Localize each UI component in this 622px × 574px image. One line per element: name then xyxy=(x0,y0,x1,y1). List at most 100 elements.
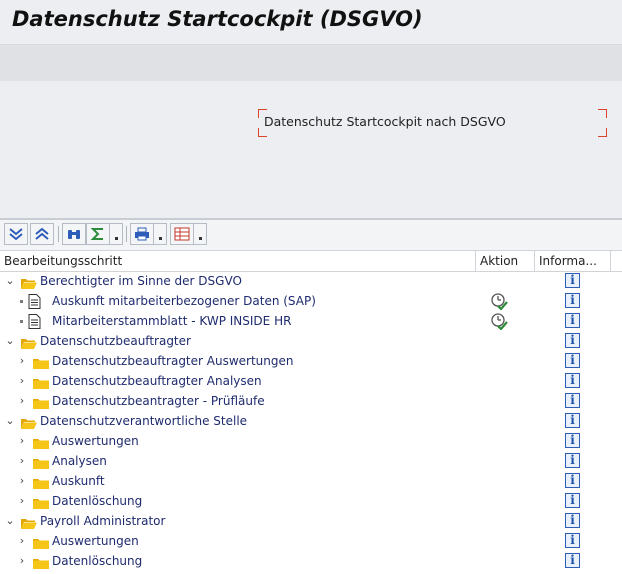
chevron-right-icon[interactable]: › xyxy=(16,494,28,508)
header-bracket xyxy=(598,109,607,118)
info-icon[interactable]: i xyxy=(565,473,580,488)
action-cell xyxy=(476,391,535,411)
action-cell xyxy=(476,351,535,371)
application-toolbar xyxy=(0,45,622,81)
info-cell[interactable]: i xyxy=(535,471,611,491)
info-cell[interactable]: i xyxy=(535,311,611,331)
chevron-right-icon[interactable]: › xyxy=(16,434,28,448)
info-cell[interactable]: i xyxy=(535,491,611,511)
row-label[interactable]: Datenlöschung xyxy=(52,491,142,511)
row-label[interactable]: Auskunft xyxy=(52,471,105,491)
row-label[interactable]: Datenschutzbeantragter - Prüfläufe xyxy=(52,391,265,411)
table-row[interactable]: ⌄ Payroll Administrator i xyxy=(0,511,622,531)
info-icon[interactable]: i xyxy=(565,353,580,368)
info-icon[interactable]: i xyxy=(565,373,580,388)
info-icon[interactable]: i xyxy=(565,513,580,528)
table-row[interactable]: › Analysen i xyxy=(0,451,622,471)
row-label[interactable]: Datenschutzbeauftragter Analysen xyxy=(52,371,262,391)
info-cell[interactable]: i xyxy=(535,391,611,411)
info-icon[interactable]: i xyxy=(565,293,580,308)
chevron-down-icon[interactable]: ⌄ xyxy=(4,514,16,528)
info-icon[interactable]: i xyxy=(565,493,580,508)
info-icon[interactable]: i xyxy=(565,433,580,448)
column-header-info[interactable]: Informa... xyxy=(535,251,611,271)
info-cell[interactable]: i xyxy=(535,411,611,431)
print-button[interactable] xyxy=(130,223,154,245)
table-row[interactable]: › Auswertungen i xyxy=(0,531,622,551)
action-cell xyxy=(476,511,535,531)
info-cell[interactable]: i xyxy=(535,351,611,371)
column-header-row: Bearbeitungsschritt Aktion Informa... xyxy=(0,250,622,272)
info-cell[interactable]: i xyxy=(535,551,611,571)
action-cell[interactable] xyxy=(476,291,535,311)
table-row[interactable]: › Auskunft i xyxy=(0,471,622,491)
layout-dropdown[interactable] xyxy=(194,223,207,245)
table-row[interactable]: › Datenschutzbeantragter - Prüfläufe i xyxy=(0,391,622,411)
sum-button[interactable] xyxy=(86,223,110,245)
table-row[interactable]: ⌄ Berechtigter im Sinne der DSGVO i xyxy=(0,271,622,291)
row-label[interactable]: Berechtigter im Sinne der DSGVO xyxy=(40,271,242,291)
info-icon[interactable]: i xyxy=(565,393,580,408)
chevron-right-icon[interactable]: › xyxy=(16,394,28,408)
info-icon[interactable]: i xyxy=(565,333,580,348)
info-cell[interactable]: i xyxy=(535,531,611,551)
info-cell[interactable]: i xyxy=(535,511,611,531)
title-bar: Datenschutz Startcockpit (DSGVO) xyxy=(0,0,622,45)
info-icon[interactable]: i xyxy=(565,533,580,548)
table-row[interactable]: Auskunft mitarbeiterbezogener Daten (SAP… xyxy=(0,291,622,311)
row-label[interactable]: Datenlöschung xyxy=(52,551,142,571)
info-icon[interactable]: i xyxy=(565,273,580,288)
action-cell xyxy=(476,431,535,451)
info-cell[interactable]: i xyxy=(535,431,611,451)
chevron-right-icon[interactable]: › xyxy=(16,554,28,568)
chevron-down-icon[interactable]: ⌄ xyxy=(4,334,16,348)
action-cell xyxy=(476,271,535,291)
find-button[interactable] xyxy=(62,223,86,245)
chevron-right-icon[interactable]: › xyxy=(16,454,28,468)
info-cell[interactable]: i xyxy=(535,371,611,391)
row-label[interactable]: Datenschutzverantwortliche Stelle xyxy=(40,411,247,431)
table-row[interactable]: › Datenlöschung i xyxy=(0,491,622,511)
info-cell[interactable]: i xyxy=(535,451,611,471)
info-icon[interactable]: i xyxy=(565,413,580,428)
info-icon[interactable]: i xyxy=(565,553,580,568)
header-bracket xyxy=(258,128,267,137)
info-icon[interactable]: i xyxy=(565,453,580,468)
table-row[interactable]: › Auswertungen i xyxy=(0,431,622,451)
info-cell[interactable]: i xyxy=(535,331,611,351)
info-icon[interactable]: i xyxy=(565,313,580,328)
table-row[interactable]: › Datenschutzbeauftragter Auswertungen i xyxy=(0,351,622,371)
chevron-right-icon[interactable]: › xyxy=(16,354,28,368)
chevron-right-icon[interactable]: › xyxy=(16,534,28,548)
row-label[interactable]: Datenschutzbeauftragter xyxy=(40,331,191,351)
column-header-step[interactable]: Bearbeitungsschritt xyxy=(0,251,476,271)
chevron-right-icon[interactable]: › xyxy=(16,474,28,488)
sum-dropdown[interactable] xyxy=(110,223,123,245)
row-label[interactable]: Auskunft mitarbeiterbezogener Daten (SAP… xyxy=(52,291,316,311)
expand-all-button[interactable] xyxy=(4,223,28,245)
chevron-right-icon[interactable]: › xyxy=(16,374,28,388)
chevron-down-icon[interactable]: ⌄ xyxy=(4,274,16,288)
action-cell xyxy=(476,371,535,391)
collapse-all-button[interactable] xyxy=(30,223,54,245)
row-label[interactable]: Auswertungen xyxy=(52,431,139,451)
action-cell xyxy=(476,551,535,571)
row-label[interactable]: Datenschutzbeauftragter Auswertungen xyxy=(52,351,294,371)
row-label[interactable]: Payroll Administrator xyxy=(40,511,165,531)
row-label[interactable]: Mitarbeiterstammblatt - KWP INSIDE HR xyxy=(52,311,291,331)
chevron-down-icon[interactable]: ⌄ xyxy=(4,414,16,428)
table-row[interactable]: ⌄ Datenschutzbeauftragter i xyxy=(0,331,622,351)
print-dropdown[interactable] xyxy=(154,223,167,245)
row-label[interactable]: Auswertungen xyxy=(52,531,139,551)
table-row[interactable]: ⌄ Datenschutzverantwortliche Stelle i xyxy=(0,411,622,431)
tree-leaf-dot xyxy=(20,300,23,303)
row-label[interactable]: Analysen xyxy=(52,451,107,471)
table-row[interactable]: › Datenlöschung i xyxy=(0,551,622,571)
info-cell[interactable]: i xyxy=(535,291,611,311)
info-cell[interactable]: i xyxy=(535,271,611,291)
action-cell[interactable] xyxy=(476,311,535,331)
table-row[interactable]: Mitarbeiterstammblatt - KWP INSIDE HR i xyxy=(0,311,622,331)
table-row[interactable]: › Datenschutzbeauftragter Analysen i xyxy=(0,371,622,391)
layout-button[interactable] xyxy=(170,223,194,245)
column-header-action[interactable]: Aktion xyxy=(476,251,535,271)
